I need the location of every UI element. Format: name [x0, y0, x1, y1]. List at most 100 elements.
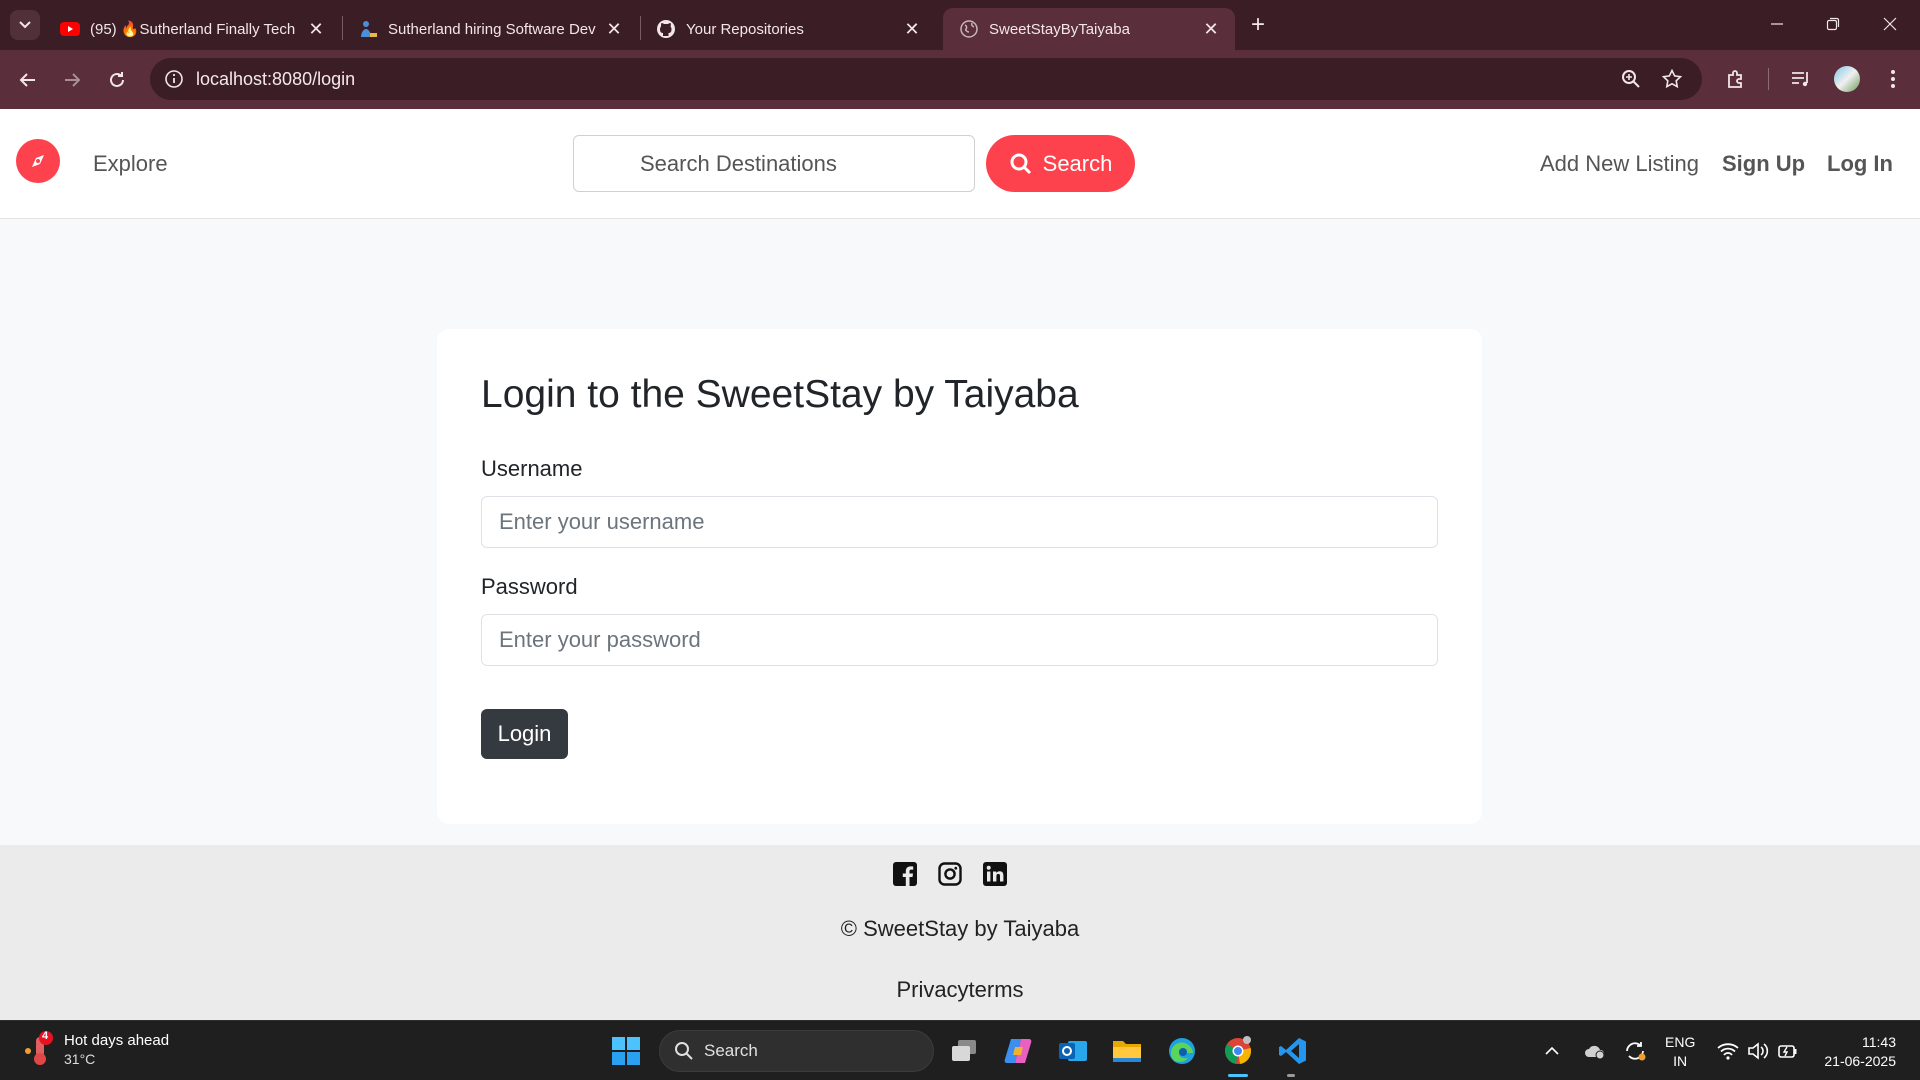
extensions-button[interactable]: [1723, 66, 1749, 92]
start-button[interactable]: [609, 1034, 643, 1068]
tab-job[interactable]: Sutherland hiring Software Developer ✕: [342, 8, 638, 50]
privacy-terms-link[interactable]: Privacyterms: [0, 977, 1920, 1003]
search-icon: [675, 1042, 693, 1060]
windows-logo-icon: [612, 1037, 640, 1065]
vscode-icon[interactable]: [1276, 1034, 1310, 1068]
minimize-icon: [1771, 23, 1783, 25]
sync-icon[interactable]: [1620, 1021, 1650, 1080]
site-info-icon[interactable]: [164, 69, 184, 94]
close-tab-icon[interactable]: ✕: [306, 19, 326, 40]
zoom-icon[interactable]: [1620, 68, 1642, 90]
password-label: Password: [481, 574, 578, 599]
taskbar-search[interactable]: Search: [659, 1030, 934, 1072]
tab-github[interactable]: Your Repositories ✕: [640, 8, 936, 50]
puzzle-icon: [1728, 70, 1742, 88]
forward-button[interactable]: [56, 64, 88, 96]
tab-search-button[interactable]: [10, 10, 40, 40]
tab-title: SweetStayByTaiyaba: [989, 20, 1130, 38]
chrome-icon[interactable]: [1221, 1034, 1255, 1068]
nav-sign-up-link[interactable]: Sign Up: [1722, 151, 1805, 177]
page-title: Login to the SweetStay by Taiyaba: [481, 373, 1079, 416]
task-view-icon[interactable]: [947, 1034, 981, 1068]
profile-button[interactable]: [1834, 66, 1860, 92]
compass-icon: [32, 155, 44, 167]
social-links: [891, 860, 1008, 887]
login-button[interactable]: Login: [481, 709, 568, 759]
tab-title: 🔥Sutherland Finally Tech Hiring: [120, 21, 298, 38]
username-label: Username: [481, 456, 583, 481]
file-explorer-icon[interactable]: [1110, 1034, 1144, 1068]
minimize-button[interactable]: [1757, 10, 1797, 40]
language-code: ENG: [1665, 1034, 1696, 1050]
reload-button[interactable]: [101, 64, 133, 96]
taskbar-search-label: Search: [704, 1041, 758, 1060]
battery-icon[interactable]: [1774, 1021, 1802, 1080]
job-site-icon: [358, 19, 378, 39]
close-tab-icon[interactable]: ✕: [1201, 19, 1221, 40]
restore-button[interactable]: [1813, 10, 1853, 40]
bookmark-star-icon[interactable]: [1661, 68, 1683, 90]
chevron-up-icon: [1545, 1046, 1559, 1055]
back-button[interactable]: [12, 64, 44, 96]
outlook-icon[interactable]: [1056, 1034, 1090, 1068]
browser-toolbar: localhost:8080/login: [0, 50, 1920, 109]
wifi-icon[interactable]: [1714, 1021, 1742, 1080]
url-text[interactable]: localhost:8080/login: [196, 69, 355, 90]
copilot-icon[interactable]: [1001, 1034, 1035, 1068]
linkedin-icon[interactable]: [981, 860, 1008, 887]
weather-widget[interactable]: 4 Hot days ahead 31°C: [24, 1030, 170, 1067]
clock-time: 11:43: [1862, 1034, 1896, 1050]
tab-sweetstay[interactable]: SweetStayByTaiyaba ✕: [943, 8, 1235, 50]
edge-icon[interactable]: [1165, 1034, 1199, 1068]
show-hidden-icons-button[interactable]: [1540, 1021, 1564, 1080]
chevron-down-icon: [19, 21, 31, 29]
volume-icon[interactable]: [1744, 1021, 1772, 1080]
system-clock[interactable]: 11:43 21-06-2025: [1812, 1033, 1896, 1071]
weather-temp: 31°C: [64, 1050, 96, 1067]
onedrive-icon[interactable]: [1580, 1021, 1610, 1080]
nav-add-listing-link[interactable]: Add New Listing: [1540, 151, 1699, 177]
restore-icon: [1826, 17, 1840, 31]
nav-log-in-link[interactable]: Log In: [1827, 151, 1893, 177]
facebook-icon[interactable]: [891, 860, 918, 887]
brand-logo[interactable]: [16, 139, 60, 183]
search-destinations-input[interactable]: [573, 135, 975, 192]
nav-explore-link[interactable]: Explore: [93, 151, 168, 177]
instagram-icon[interactable]: [936, 860, 963, 887]
taskbar: 4 Hot days ahead 31°C Search ENG IN 11:4…: [0, 1020, 1920, 1080]
arrow-left-icon: [19, 73, 35, 87]
browser-tab-strip: (95) 🔥Sutherland Finally Tech Hiring ✕ S…: [0, 0, 1920, 50]
reload-icon: [110, 72, 124, 87]
weather-title: Hot days ahead: [64, 1031, 170, 1049]
username-field[interactable]: [481, 496, 1438, 548]
more-vertical-icon: [1891, 70, 1895, 88]
site-footer: © SweetStay by Taiyaba Privacyterms: [0, 845, 1920, 1020]
new-tab-button[interactable]: +: [1244, 12, 1272, 40]
close-tab-icon[interactable]: ✕: [902, 19, 922, 40]
tab-title: Sutherland hiring Software Developer: [388, 20, 596, 38]
running-app-indicator: [1287, 1074, 1295, 1077]
address-bar[interactable]: localhost:8080/login: [150, 58, 1702, 100]
media-queue-icon: [1792, 72, 1808, 87]
browser-menu-button[interactable]: [1880, 66, 1906, 92]
tab-youtube[interactable]: (95) 🔥Sutherland Finally Tech Hiring ✕: [44, 8, 340, 50]
login-card: Login to the SweetStay by Taiyaba Userna…: [437, 329, 1482, 824]
close-window-button[interactable]: [1870, 10, 1910, 40]
close-tab-icon[interactable]: ✕: [604, 19, 624, 40]
close-icon: [1883, 17, 1897, 31]
tab-title: Your Repositories: [686, 20, 804, 38]
copyright-text: © SweetStay by Taiyaba: [840, 916, 1080, 941]
search-icon: [1010, 153, 1031, 174]
region-code: IN: [1673, 1053, 1688, 1069]
clock-date: 21-06-2025: [1824, 1053, 1896, 1069]
search-button[interactable]: Search: [986, 135, 1135, 192]
media-controls-button[interactable]: [1788, 66, 1814, 92]
site-navbar: Explore Search Add New Listing Sign Up L…: [0, 109, 1920, 219]
language-indicator[interactable]: ENG IN: [1665, 1033, 1695, 1071]
tab-badge: (95): [90, 21, 117, 38]
youtube-icon: [60, 19, 80, 39]
toolbar-divider: [1768, 68, 1769, 90]
avatar: [1834, 66, 1860, 92]
thermometer-icon: 4: [24, 1030, 56, 1067]
password-field[interactable]: [481, 614, 1438, 666]
